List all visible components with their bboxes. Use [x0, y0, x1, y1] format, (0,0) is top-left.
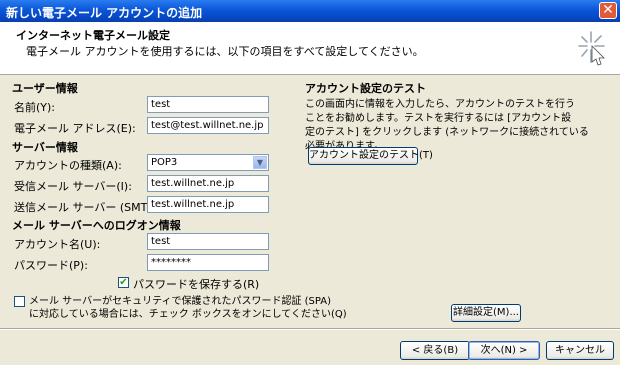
password-label: パスワード(P): — [14, 259, 88, 272]
header-subtitle: 電子メール アカウントを使用するには、以下の項目をすべて設定してください。 — [26, 45, 424, 58]
cancel-button[interactable]: キャンセル — [546, 341, 614, 360]
account-type-select[interactable]: POP3 ▼ — [147, 154, 269, 171]
account-test-heading: アカウント設定のテスト — [305, 82, 426, 95]
server-info-heading: サーバー情報 — [12, 141, 78, 154]
form-area: ユーザー情報 名前(Y): test 電子メール アドレス(E): test@t… — [0, 75, 620, 325]
account-test-description: この画面内に情報を入力したら、アカウントのテストを行う ことをお勧めします。テス… — [305, 98, 589, 154]
chevron-down-icon[interactable]: ▼ — [253, 156, 267, 169]
incoming-server-label: 受信メール サーバー(I): — [14, 180, 132, 193]
spa-checkbox[interactable] — [14, 296, 25, 307]
back-button[interactable]: < 戻る(B) — [400, 341, 470, 360]
account-name-label: アカウント名(U): — [14, 238, 101, 251]
name-input[interactable]: test — [147, 96, 269, 113]
header-title: インターネット電子メール設定 — [16, 29, 170, 42]
save-password-label[interactable]: パスワードを保存する(R) — [133, 276, 259, 292]
close-icon: ✕ — [602, 2, 614, 18]
email-input[interactable]: test@test.willnet.ne.jp — [147, 117, 269, 134]
wizard-header: インターネット電子メール設定 電子メール アカウントを使用するには、以下の項目を… — [0, 22, 620, 75]
sparkle-icon — [578, 31, 605, 66]
account-name-input[interactable]: test — [147, 233, 269, 250]
title-bar: 新しい電子メール アカウントの追加 ✕ — [0, 0, 620, 22]
account-type-label: アカウントの種類(A): — [14, 159, 122, 172]
spa-label-line2: に対応している場合には、チェック ボックスをオンにしてください(Q) — [29, 309, 347, 320]
account-test-line1: この画面内に情報を入力したら、アカウントのテストを行う — [305, 99, 575, 110]
logon-info-heading: メール サーバーへのログオン情報 — [12, 219, 181, 232]
spa-label-line1: メール サーバーがセキュリティで保護されたパスワード認証 (SPA) — [29, 296, 332, 307]
incoming-server-input[interactable]: test.willnet.ne.jp — [147, 175, 269, 192]
advanced-settings-button[interactable]: 詳細設定(M)... — [451, 304, 521, 322]
next-button[interactable]: 次へ(N) > — [468, 341, 540, 360]
window-title: 新しい電子メール アカウントの追加 — [6, 6, 203, 20]
footer-separator — [0, 328, 620, 330]
password-input[interactable]: ******** — [147, 254, 269, 271]
spa-label[interactable]: メール サーバーがセキュリティで保護されたパスワード認証 (SPA) に対応して… — [29, 295, 347, 321]
save-password-checkbox[interactable]: ✔ — [118, 277, 129, 288]
account-test-line3: 定のテスト] をクリックします (ネットワークに接続されている — [305, 127, 589, 138]
user-info-heading: ユーザー情報 — [12, 82, 78, 95]
account-type-value: POP3 — [151, 157, 178, 168]
outgoing-server-input[interactable]: test.willnet.ne.jp — [147, 196, 269, 213]
test-account-button[interactable]: アカウント設定のテスト(T) — [308, 147, 433, 165]
name-label: 名前(Y): — [14, 101, 56, 114]
close-button[interactable]: ✕ — [599, 2, 617, 19]
email-label: 電子メール アドレス(E): — [14, 122, 136, 135]
account-test-line2: ことをお勧めします。テストを実行するには [アカウント設 — [305, 113, 572, 124]
